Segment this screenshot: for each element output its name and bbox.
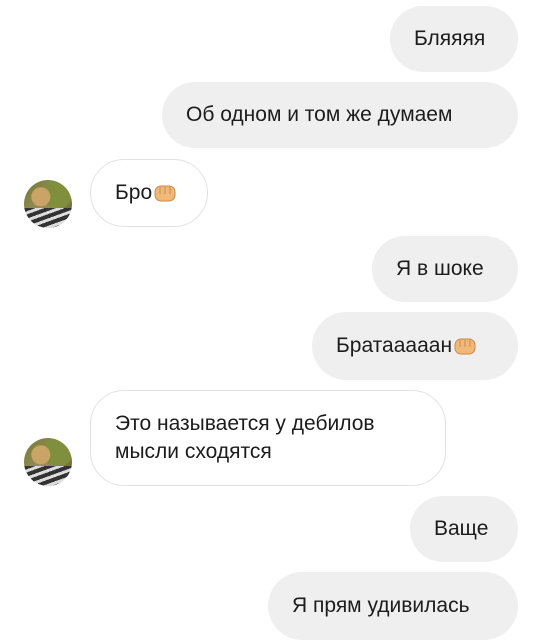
- outgoing-message[interactable]: Ваще: [410, 496, 518, 562]
- outgoing-message[interactable]: Об одном и том же думаем: [162, 82, 518, 148]
- message-text: Я прям удивилась: [292, 594, 470, 617]
- contact-avatar[interactable]: [24, 438, 72, 486]
- message-text-block: Это называется у дебилов мысли сходятся: [115, 410, 375, 466]
- message-text: Об одном и том же думаем: [186, 103, 453, 126]
- message-line: мысли сходятся: [115, 440, 272, 463]
- outgoing-message[interactable]: Я в шоке: [372, 236, 518, 302]
- message-text: Бляяяя: [414, 27, 486, 50]
- outgoing-message[interactable]: Бляяяя: [390, 6, 518, 72]
- outgoing-message[interactable]: Братааааан: [312, 312, 518, 380]
- message-line: Это называется у дебилов: [115, 412, 375, 435]
- incoming-message[interactable]: Бро: [90, 159, 208, 227]
- fist-emoji-icon: [454, 338, 476, 355]
- message-text: Братааааан: [336, 334, 453, 357]
- outgoing-message[interactable]: Я прям удивилась: [268, 572, 518, 640]
- contact-avatar[interactable]: [24, 180, 72, 228]
- message-text: Я в шоке: [396, 257, 484, 280]
- message-text: Ваще: [434, 517, 489, 540]
- message-text: Бро: [115, 181, 153, 204]
- fist-emoji-icon: [154, 185, 176, 202]
- incoming-message[interactable]: Это называется у дебилов мысли сходятся: [90, 390, 446, 486]
